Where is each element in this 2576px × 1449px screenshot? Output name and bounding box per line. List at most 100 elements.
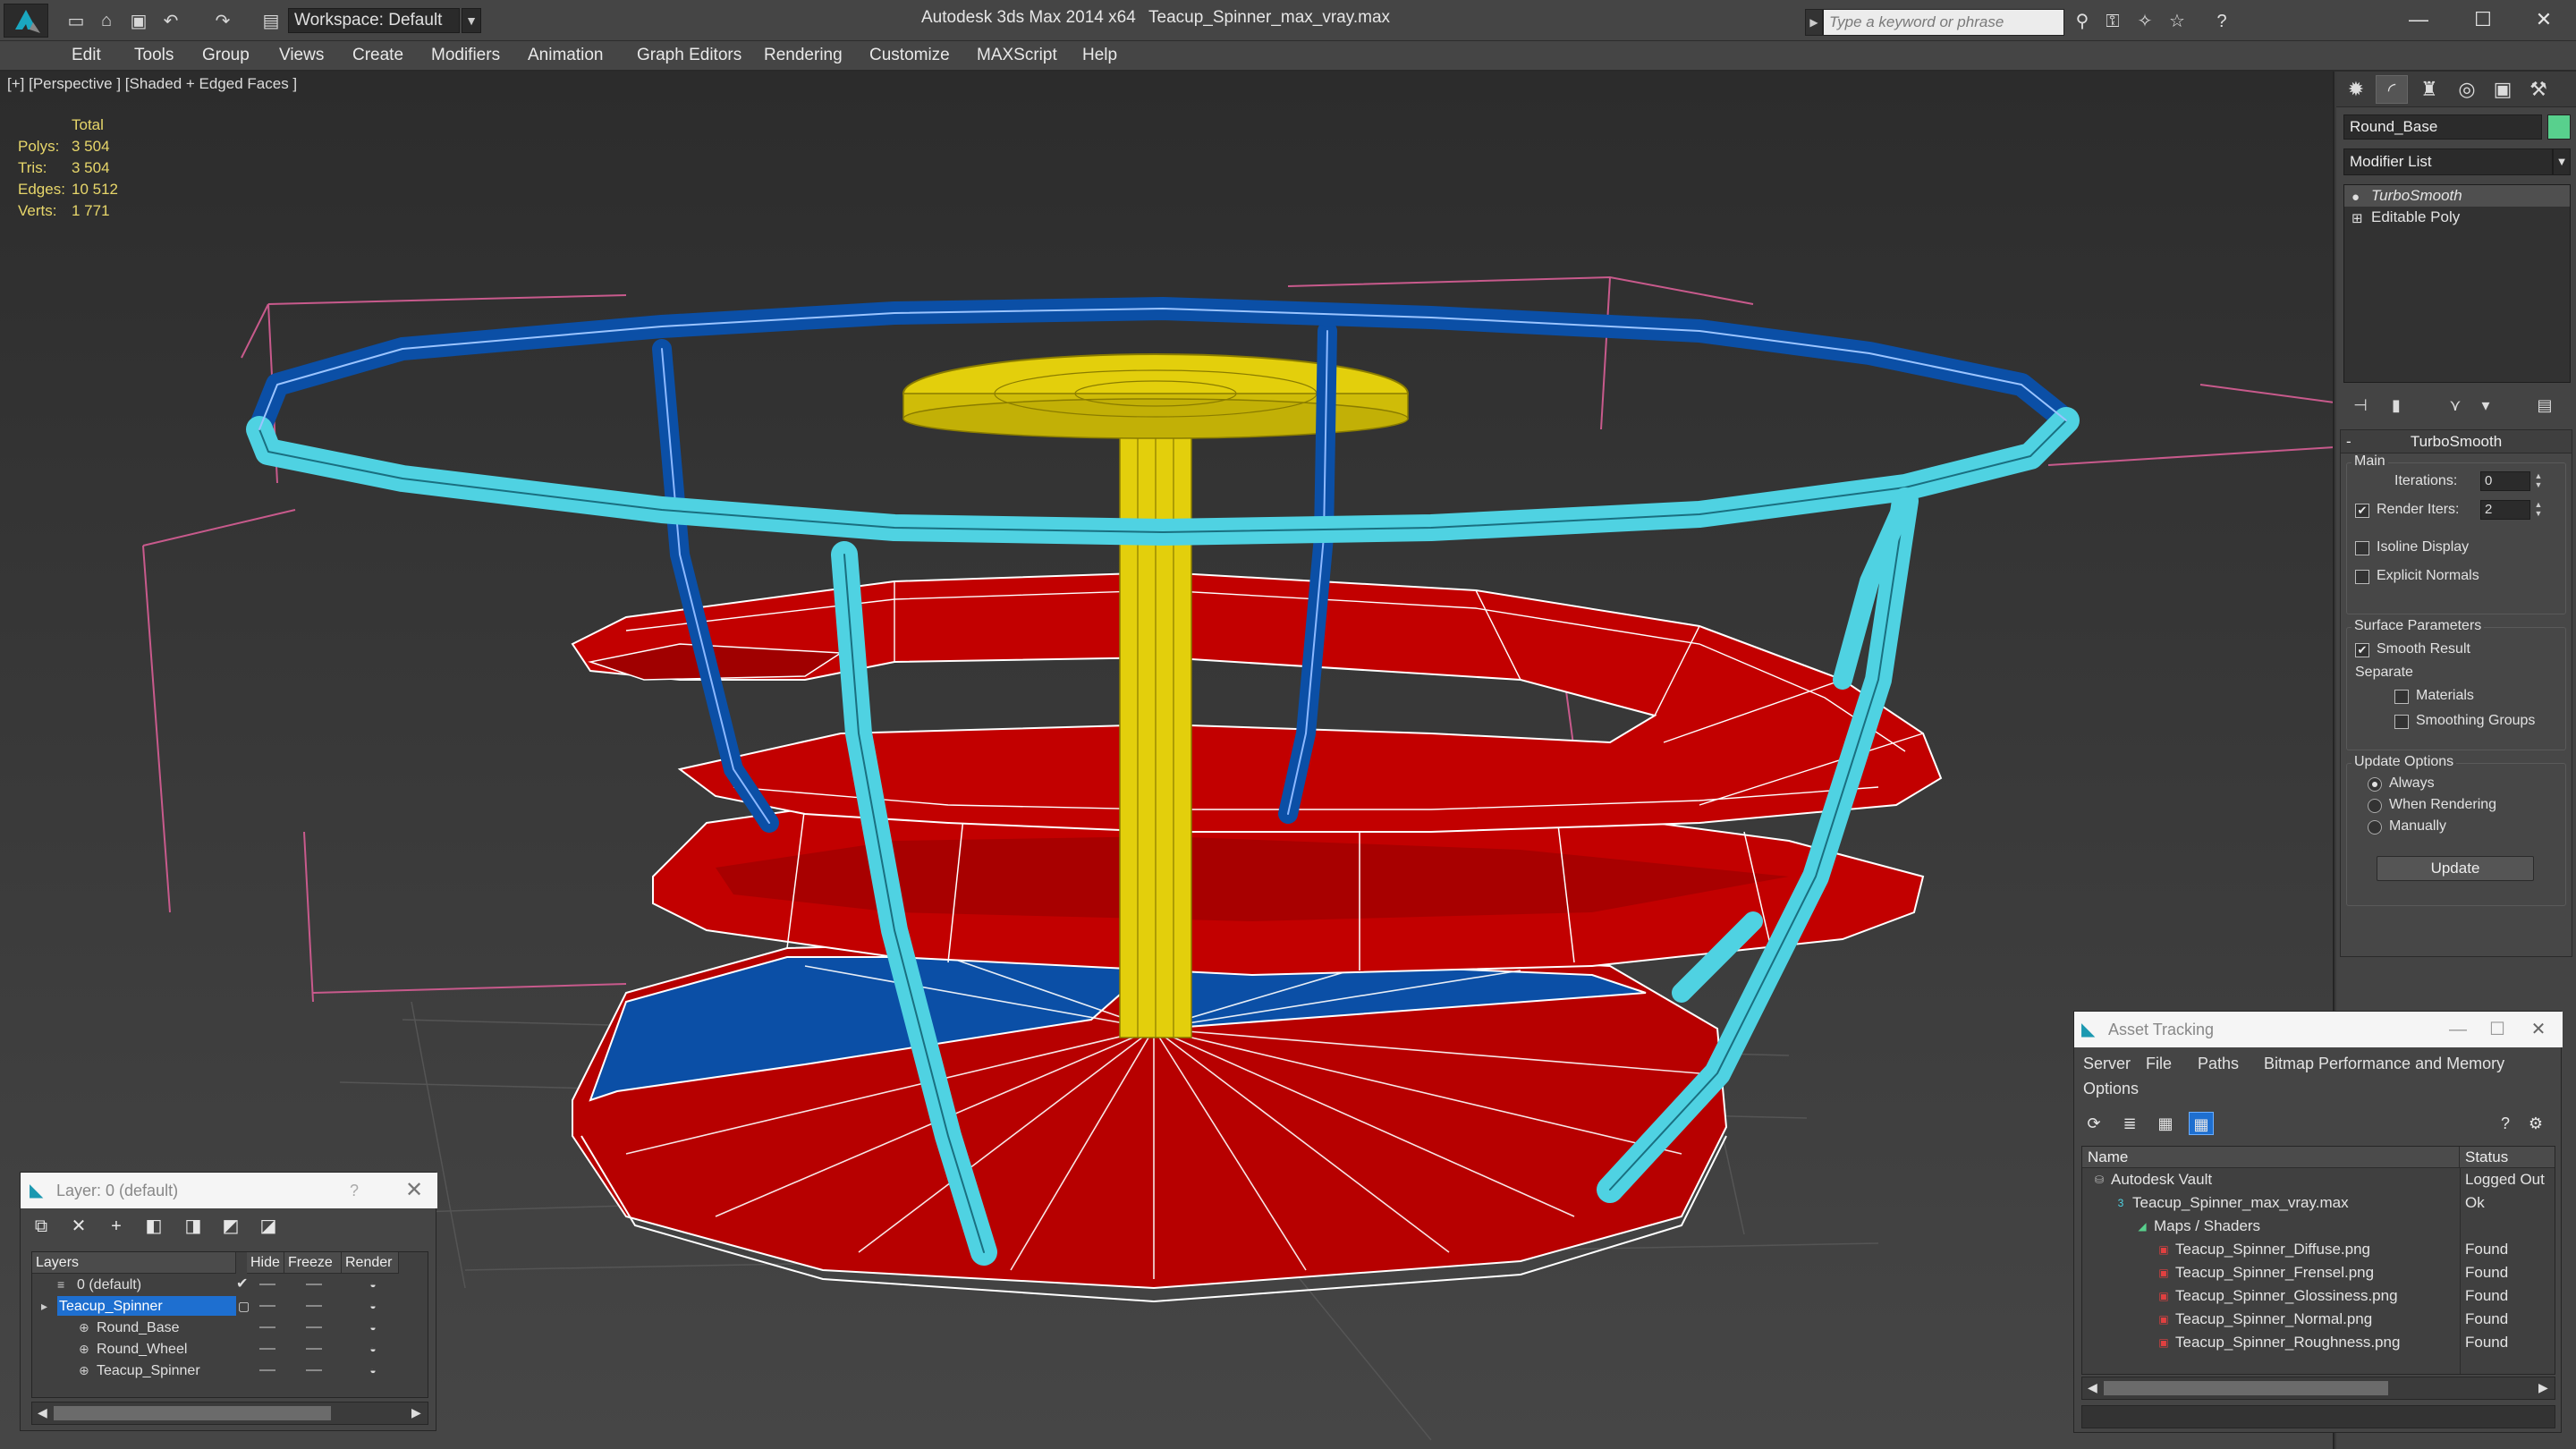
spinner-arrows-icon[interactable]: ▲ ▼ xyxy=(2532,471,2545,491)
close-icon[interactable]: ✕ xyxy=(2518,1012,2559,1047)
menu-create[interactable]: Create xyxy=(352,46,403,65)
asset-menu-bitmap[interactable]: Bitmap Performance and Memory xyxy=(2264,1055,2504,1073)
communication-icon[interactable]: ✧ xyxy=(2132,11,2157,32)
hide-toggle[interactable] xyxy=(259,1326,275,1328)
always-radio[interactable] xyxy=(2368,777,2382,792)
motion-tab-icon[interactable]: ◎ xyxy=(2451,75,2483,104)
col-layers[interactable]: Layers xyxy=(32,1252,236,1274)
scroll-thumb[interactable] xyxy=(2104,1381,2388,1395)
round-wheel-upper-mesh[interactable] xyxy=(571,571,1943,833)
search-expand-icon[interactable]: ▶ xyxy=(1805,9,1823,36)
asset-row[interactable]: 3 Teacup_Spinner_max_vray.max Ok xyxy=(2082,1191,2555,1215)
freeze-toggle[interactable] xyxy=(306,1326,322,1328)
help-icon[interactable]: ? xyxy=(2493,1112,2518,1135)
search-input[interactable]: Type a keyword or phrase xyxy=(1823,9,2064,36)
subscription-icon[interactable]: ⚿ xyxy=(2100,11,2125,32)
lightbulb-icon[interactable]: ● xyxy=(2351,187,2360,208)
render-teapot-icon[interactable]: ◒ xyxy=(365,1300,381,1312)
asset-horizontal-scrollbar[interactable]: ◀ ▶ xyxy=(2081,1377,2555,1400)
freeze-toggle[interactable] xyxy=(306,1369,322,1371)
create-tab-icon[interactable]: ✹ xyxy=(2340,75,2372,104)
asset-row[interactable]: ▣ Teacup_Spinner_Frensel.png Found xyxy=(2082,1261,2555,1284)
save-file-icon[interactable]: ▣ xyxy=(127,9,150,32)
scroll-left-icon[interactable]: ◀ xyxy=(38,1405,47,1420)
menu-customize[interactable]: Customize xyxy=(869,46,950,65)
materials-checkbox[interactable] xyxy=(2394,690,2409,704)
close-icon[interactable]: ✕ xyxy=(396,1173,432,1208)
layer-name[interactable]: 0 (default) xyxy=(75,1275,141,1294)
project-folder-icon[interactable]: ▤ xyxy=(259,9,283,32)
asset-menu-options[interactable]: Options xyxy=(2083,1080,2139,1098)
menu-rendering[interactable]: Rendering xyxy=(764,46,843,65)
layer-row[interactable]: ⊕ Teacup_Spinner ◒ xyxy=(32,1360,429,1381)
render-teapot-icon[interactable]: ◒ xyxy=(365,1321,381,1334)
hide-toggle[interactable] xyxy=(259,1284,275,1285)
expand-icon[interactable]: ▸ xyxy=(41,1295,47,1317)
object-color-swatch[interactable] xyxy=(2547,114,2571,140)
manually-radio[interactable] xyxy=(2368,820,2382,835)
collapse-icon[interactable]: - xyxy=(2346,430,2351,453)
close-icon[interactable]: ✕ xyxy=(2519,4,2569,36)
layer-horizontal-scrollbar[interactable]: ◀ ▶ xyxy=(31,1402,428,1425)
rollout-header[interactable]: - TurboSmooth xyxy=(2341,430,2572,453)
object-name-field[interactable]: Round_Base xyxy=(2343,114,2542,140)
freeze-toggle[interactable] xyxy=(306,1348,322,1350)
maximize-icon[interactable]: ☐ xyxy=(2477,1012,2518,1047)
explicit-normals-checkbox[interactable] xyxy=(2355,570,2369,584)
stack-item-editable-poly[interactable]: ⊞ Editable Poly xyxy=(2344,207,2570,228)
when-rendering-radio[interactable] xyxy=(2368,799,2382,813)
render-teapot-icon[interactable]: ◒ xyxy=(365,1278,381,1291)
delete-icon[interactable]: ✕ xyxy=(65,1214,92,1239)
asset-menu-server[interactable]: Server xyxy=(2083,1055,2131,1073)
menu-views[interactable]: Views xyxy=(279,46,324,65)
redo-icon[interactable]: ↷ xyxy=(211,9,234,32)
asset-row[interactable]: ◢ Maps / Shaders xyxy=(2082,1215,2555,1238)
col-freeze[interactable]: Freeze xyxy=(284,1252,342,1274)
settings-icon[interactable]: ⚙ xyxy=(2523,1112,2548,1135)
menu-animation[interactable]: Animation xyxy=(528,46,604,65)
layer-name[interactable]: Teacup_Spinner xyxy=(57,1296,236,1316)
smooth-result-checkbox[interactable]: ✔ xyxy=(2355,643,2369,657)
plus-icon[interactable]: + xyxy=(103,1214,130,1239)
layer-panel-title[interactable]: Layer: 0 (default) xyxy=(21,1173,437,1208)
scroll-left-icon[interactable]: ◀ xyxy=(2088,1380,2097,1395)
app-menu-button[interactable] xyxy=(4,4,48,38)
chevron-down-icon[interactable]: ▼ xyxy=(2553,148,2571,175)
table-view-icon[interactable]: ▦ xyxy=(2153,1112,2178,1135)
asset-row[interactable]: ▣ Teacup_Spinner_Normal.png Found xyxy=(2082,1308,2555,1331)
col-name[interactable]: Name xyxy=(2082,1147,2460,1168)
set-active-checkbox[interactable]: ▢ xyxy=(238,1295,250,1317)
minimize-icon[interactable]: — xyxy=(2394,4,2444,36)
help-icon[interactable]: ? xyxy=(341,1173,368,1208)
hide-toggle[interactable] xyxy=(259,1348,275,1350)
modifier-list-dropdown[interactable]: Modifier List xyxy=(2343,148,2553,175)
render-teapot-icon[interactable]: ◒ xyxy=(365,1364,381,1377)
col-render[interactable]: Render xyxy=(342,1252,399,1274)
refresh-icon[interactable]: ⟳ xyxy=(2081,1112,2106,1135)
asset-row[interactable]: ▣ Teacup_Spinner_Glossiness.png Found xyxy=(2082,1284,2555,1308)
configure-modifier-sets-icon[interactable]: ▤ xyxy=(2531,394,2558,417)
expand-plus-icon[interactable]: ⊞ xyxy=(2351,208,2363,230)
layer-row[interactable]: ⊕ Round_Wheel ◒ xyxy=(32,1338,429,1360)
active-layer-check-icon[interactable]: ✔ xyxy=(236,1274,248,1295)
modify-tab-icon[interactable]: ◜ xyxy=(2376,75,2408,104)
menu-edit[interactable]: Edit xyxy=(72,46,101,65)
menu-help[interactable]: Help xyxy=(1082,46,1117,65)
select-objects-icon[interactable]: ◧ xyxy=(140,1214,167,1239)
new-file-icon[interactable]: ▭ xyxy=(64,9,88,32)
layer-name[interactable]: Round_Wheel xyxy=(95,1339,187,1359)
layer-add-icon[interactable]: ⧉ xyxy=(28,1214,55,1239)
layer-name[interactable]: Round_Base xyxy=(95,1318,180,1337)
chevron-down-icon[interactable]: ▼ xyxy=(462,8,481,33)
scroll-thumb[interactable] xyxy=(54,1406,331,1420)
render-iters-checkbox[interactable]: ✔ xyxy=(2355,504,2369,518)
grid-view-icon[interactable]: ▦ xyxy=(2189,1112,2214,1135)
layer-name[interactable]: Teacup_Spinner xyxy=(95,1360,200,1380)
layer-row[interactable]: ⊕ Round_Base ◒ xyxy=(32,1317,429,1338)
col-status[interactable]: Status xyxy=(2460,1147,2555,1168)
remove-modifier-icon[interactable]: ▾ xyxy=(2472,394,2499,417)
undo-icon[interactable]: ↶ xyxy=(159,9,182,32)
freeze-toggle[interactable] xyxy=(306,1284,322,1285)
render-teapot-icon[interactable]: ◒ xyxy=(365,1343,381,1355)
smoothing-groups-checkbox[interactable] xyxy=(2394,715,2409,729)
